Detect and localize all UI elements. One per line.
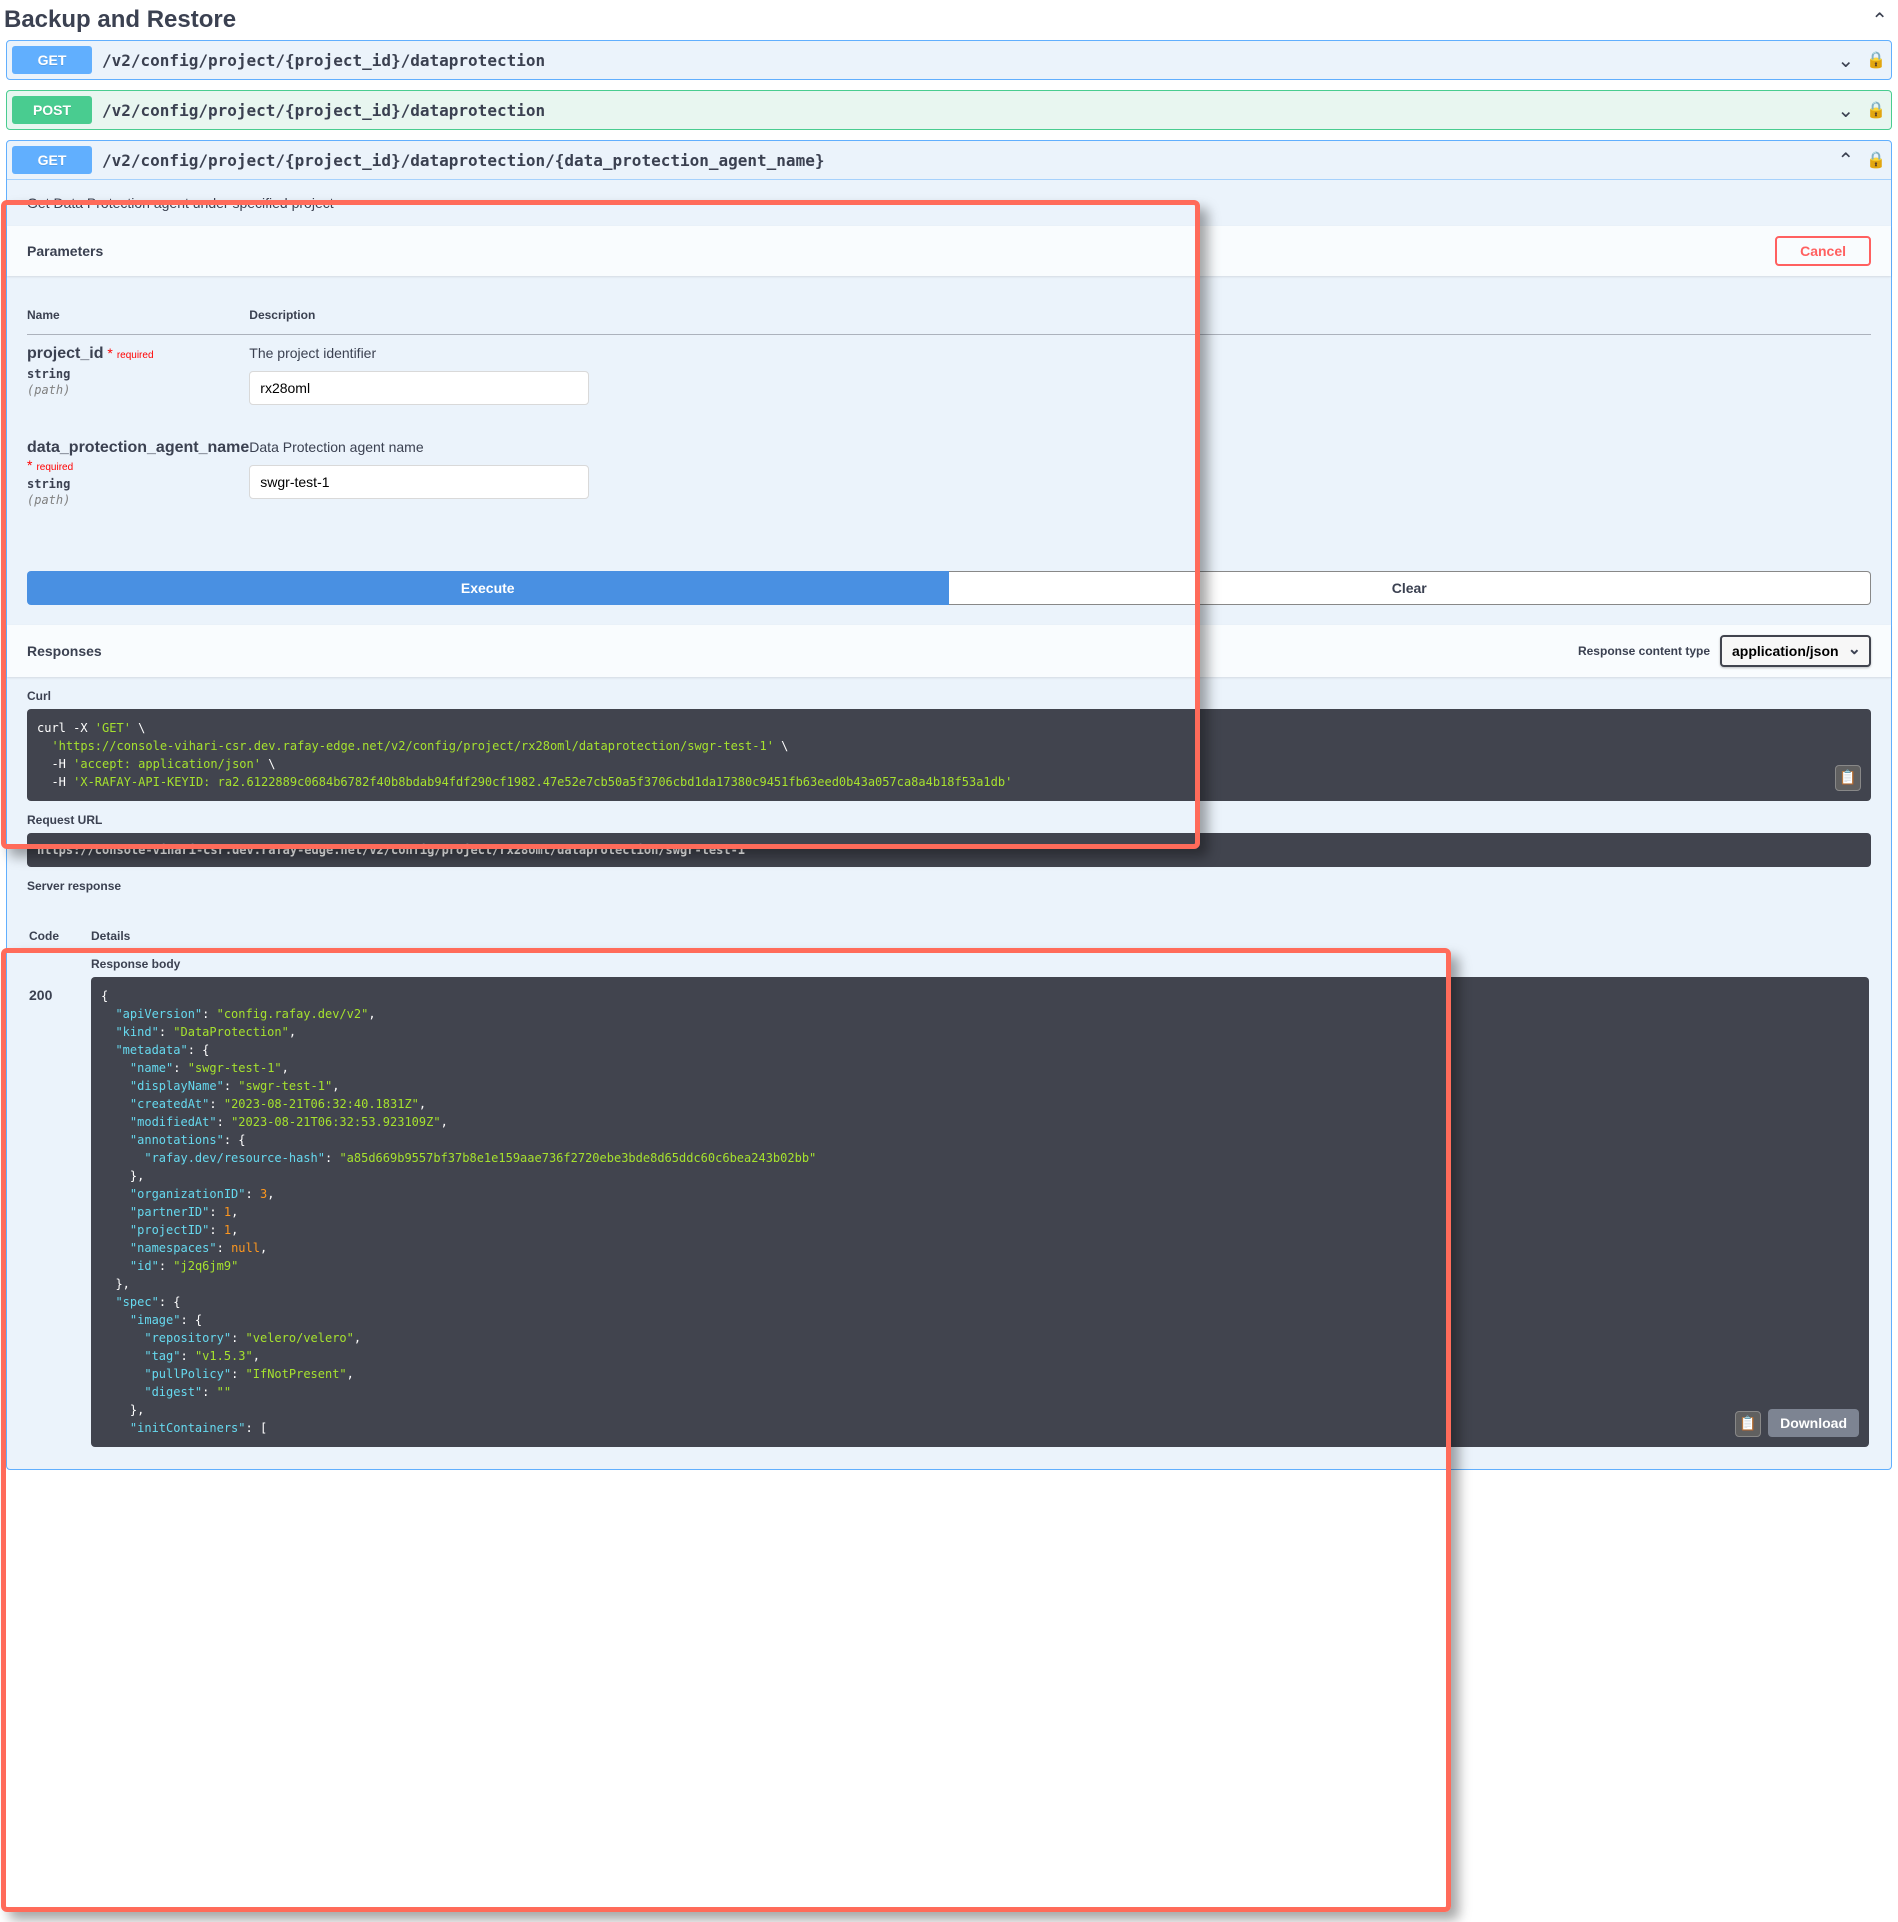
- col-name: Name: [27, 296, 249, 335]
- copy-icon[interactable]: 📋: [1735, 1411, 1761, 1437]
- responses-title: Responses: [27, 643, 102, 659]
- col-code: Code: [29, 921, 89, 955]
- param-row: project_id *required string (path) The p…: [27, 335, 1871, 430]
- opblock-get-agent-expanded: GET /v2/config/project/{project_id}/data…: [6, 140, 1892, 1470]
- parameters-header: Parameters Cancel: [7, 226, 1891, 276]
- endpoint-path: /v2/config/project/{project_id}/dataprot…: [92, 51, 1837, 70]
- clear-button[interactable]: Clear: [949, 571, 1872, 605]
- section-title: Backup and Restore: [4, 6, 236, 34]
- response-code: 200: [29, 957, 89, 1447]
- param-name: project_id: [27, 345, 103, 362]
- cancel-button[interactable]: Cancel: [1775, 236, 1871, 266]
- copy-icon[interactable]: 📋: [1835, 765, 1861, 791]
- response-body-block: { "apiVersion": "config.rafay.dev/v2", "…: [91, 977, 1869, 1447]
- project-id-input[interactable]: [249, 371, 589, 405]
- content-type-label: Response content type: [1578, 644, 1710, 658]
- method-badge-get: GET: [12, 146, 92, 174]
- param-type: string: [27, 363, 249, 383]
- server-response-label: Server response: [27, 867, 1871, 899]
- request-url-label: Request URL: [27, 801, 1871, 833]
- col-details: Details: [91, 921, 1869, 955]
- opblock-get-dataprotection[interactable]: GET /v2/config/project/{project_id}/data…: [6, 40, 1892, 80]
- lock-icon[interactable]: 🔒: [1866, 100, 1886, 120]
- download-button[interactable]: Download: [1768, 1409, 1859, 1437]
- param-in: (path): [27, 383, 249, 397]
- opblock-post-dataprotection[interactable]: POST /v2/config/project/{project_id}/dat…: [6, 90, 1892, 130]
- execute-button[interactable]: Execute: [27, 571, 949, 605]
- response-body-label: Response body: [91, 957, 1869, 977]
- curl-block: curl -X 'GET' \ 'https://console-vihari-…: [27, 709, 1871, 801]
- param-name: data_protection_agent_name: [27, 439, 249, 456]
- responses-header: Responses Response content type applicat…: [7, 625, 1891, 677]
- required-label: required: [113, 350, 154, 361]
- content-type-select[interactable]: application/json: [1720, 635, 1871, 667]
- agent-name-input[interactable]: [249, 465, 589, 499]
- parameters-title: Parameters: [27, 243, 103, 259]
- param-description: The project identifier: [249, 345, 1871, 361]
- curl-label: Curl: [27, 677, 1871, 709]
- method-badge-post: POST: [12, 96, 92, 124]
- chevron-up-icon[interactable]: ⌃: [1871, 8, 1888, 33]
- col-description: Description: [249, 296, 1871, 335]
- lock-icon[interactable]: 🔒: [1866, 150, 1886, 170]
- method-badge-get: GET: [12, 46, 92, 74]
- chevron-up-icon[interactable]: ⌃: [1837, 148, 1854, 173]
- required-label: required: [32, 462, 73, 473]
- section-header[interactable]: Backup and Restore ⌃: [0, 0, 1898, 40]
- request-url-block: https://console-vihari-csr.dev.rafay-edg…: [27, 833, 1871, 867]
- chevron-down-icon[interactable]: ⌄: [1837, 48, 1854, 73]
- lock-icon[interactable]: 🔒: [1866, 50, 1886, 70]
- param-in: (path): [27, 493, 249, 507]
- param-type: string: [27, 473, 249, 493]
- opblock-summary[interactable]: GET /v2/config/project/{project_id}/data…: [7, 141, 1891, 179]
- param-description: Data Protection agent name: [249, 439, 1871, 455]
- chevron-down-icon[interactable]: ⌄: [1837, 98, 1854, 123]
- param-row: data_protection_agent_name *required str…: [27, 429, 1871, 531]
- endpoint-path: /v2/config/project/{project_id}/dataprot…: [92, 151, 1837, 170]
- endpoint-path: /v2/config/project/{project_id}/dataprot…: [92, 101, 1837, 120]
- operation-description: Get Data Protection agent under specifie…: [7, 180, 1891, 226]
